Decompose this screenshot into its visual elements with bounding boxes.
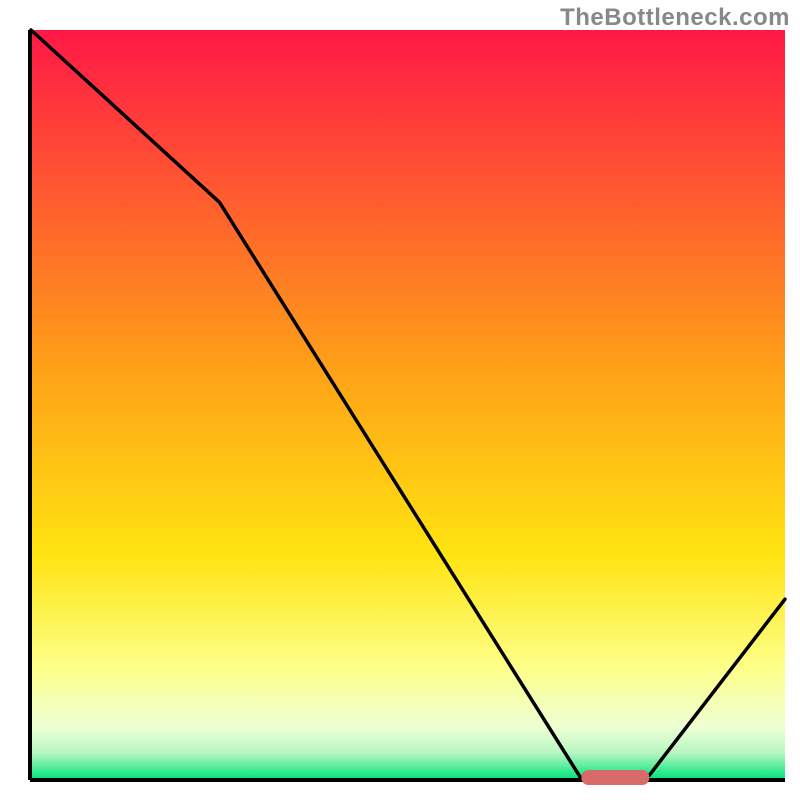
optimal-marker <box>581 770 649 785</box>
bottleneck-chart: TheBottleneck.com <box>0 0 800 800</box>
chart-svg <box>0 0 800 800</box>
watermark-text: TheBottleneck.com <box>560 4 790 32</box>
plot-background <box>31 30 785 779</box>
